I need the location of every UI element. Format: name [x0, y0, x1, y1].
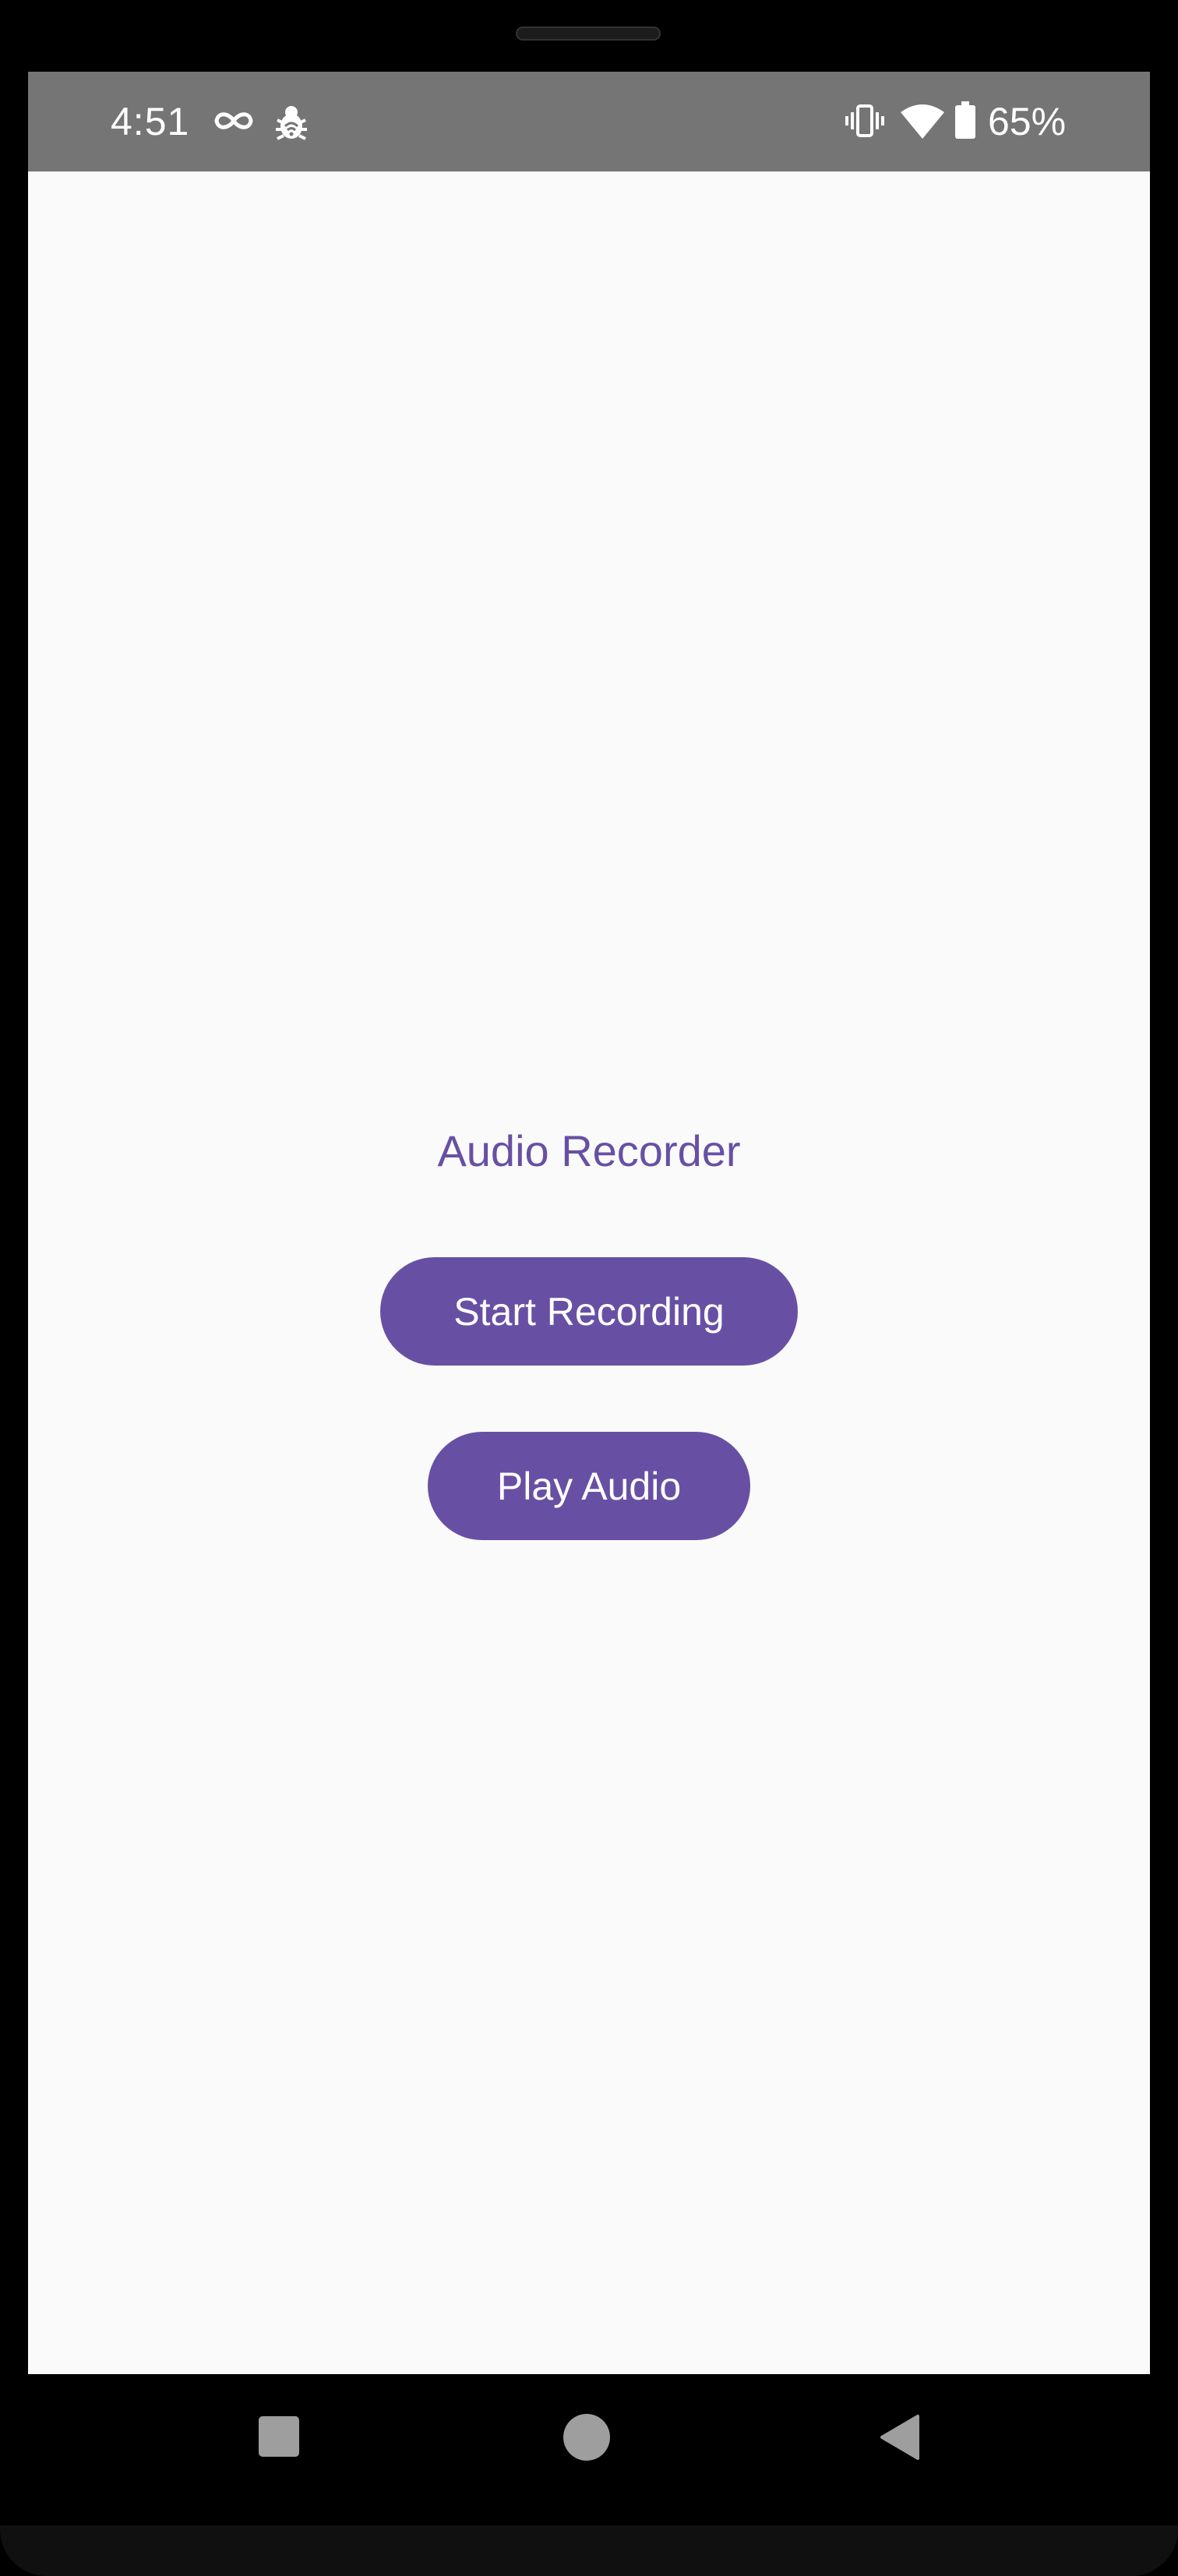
infinity-icon [214, 112, 253, 129]
wifi-icon [901, 104, 944, 139]
battery-icon [955, 101, 975, 139]
earpiece-speaker [516, 27, 661, 41]
app-title: Audio Recorder [437, 1126, 741, 1175]
screen: 4:51 65% Audio Recorder Start Recording … [28, 72, 1150, 2374]
home-icon[interactable] [563, 2413, 611, 2461]
bug-icon [276, 106, 307, 140]
battery-percent: 65% [988, 100, 1067, 143]
play-audio-button[interactable]: Play Audio [428, 1432, 750, 1540]
status-bar: 4:51 65% [28, 72, 1150, 171]
start-recording-button[interactable]: Start Recording [380, 1257, 798, 1366]
recents-icon[interactable] [257, 2415, 301, 2458]
status-time: 4:51 [111, 100, 190, 143]
vibrate-icon [845, 104, 884, 137]
device-bottom-edge [0, 2525, 1178, 2576]
back-icon[interactable] [877, 2413, 921, 2461]
app-content: Audio Recorder Start Recording Play Audi… [28, 171, 1150, 2374]
navigation-bar [0, 2374, 1178, 2538]
device-frame: 4:51 65% Audio Recorder Start Recording … [0, 0, 1178, 2576]
